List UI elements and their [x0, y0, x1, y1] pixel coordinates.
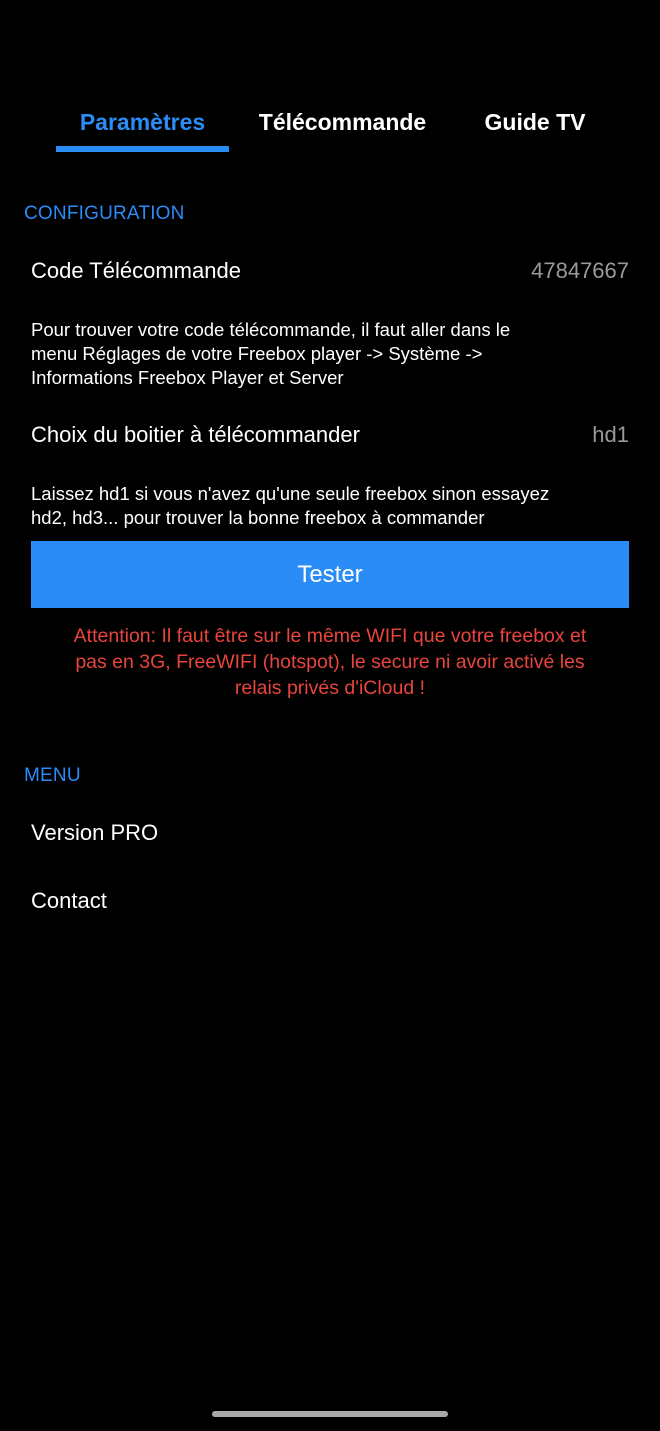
- help-line: Pour trouver votre code télécommande, il…: [31, 319, 511, 340]
- help-line: Laissez hd1 si vous n'avez qu'une seule …: [31, 483, 550, 504]
- remote-code-help: Pour trouver votre code télécommande, il…: [31, 318, 631, 390]
- menu-item-version-pro[interactable]: Version PRO: [31, 820, 158, 846]
- menu-item-contact[interactable]: Contact: [31, 888, 107, 914]
- home-indicator[interactable]: [212, 1411, 448, 1417]
- tab-telecommande[interactable]: Télécommande: [245, 96, 440, 152]
- wifi-warning: Attention: Il faut être sur le même WIFI…: [31, 623, 629, 701]
- remote-code-value[interactable]: 47847667: [531, 258, 629, 284]
- help-line: menu Réglages de votre Freebox player ->…: [31, 343, 483, 364]
- help-line: hd2, hd3... pour trouver la bonne freebo…: [31, 507, 485, 528]
- help-line: Informations Freebox Player et Server: [31, 367, 344, 388]
- test-button[interactable]: Tester: [31, 541, 629, 608]
- box-choice-help: Laissez hd1 si vous n'avez qu'une seule …: [31, 482, 631, 530]
- configuration-header: CONFIGURATION: [24, 203, 185, 224]
- tab-parametres[interactable]: Paramètres: [56, 96, 229, 152]
- warning-line: relais privés d'iCloud !: [234, 677, 426, 699]
- remote-code-row[interactable]: Code Télécommande 47847667: [31, 258, 629, 284]
- box-choice-value[interactable]: hd1: [592, 422, 629, 448]
- box-choice-label: Choix du boitier à télécommander: [31, 422, 360, 447]
- box-choice-row[interactable]: Choix du boitier à télécommander hd1: [31, 422, 629, 448]
- remote-code-label: Code Télécommande: [31, 258, 241, 283]
- menu-header: MENU: [24, 765, 81, 786]
- tab-guide-tv[interactable]: Guide TV: [470, 96, 600, 152]
- tab-bar: Paramètres Télécommande Guide TV: [0, 96, 660, 156]
- warning-line: Attention: Il faut être sur le même WIFI…: [73, 625, 587, 647]
- active-tab-indicator: [56, 146, 229, 152]
- warning-line: pas en 3G, FreeWIFI (hotspot), le secure…: [75, 651, 585, 673]
